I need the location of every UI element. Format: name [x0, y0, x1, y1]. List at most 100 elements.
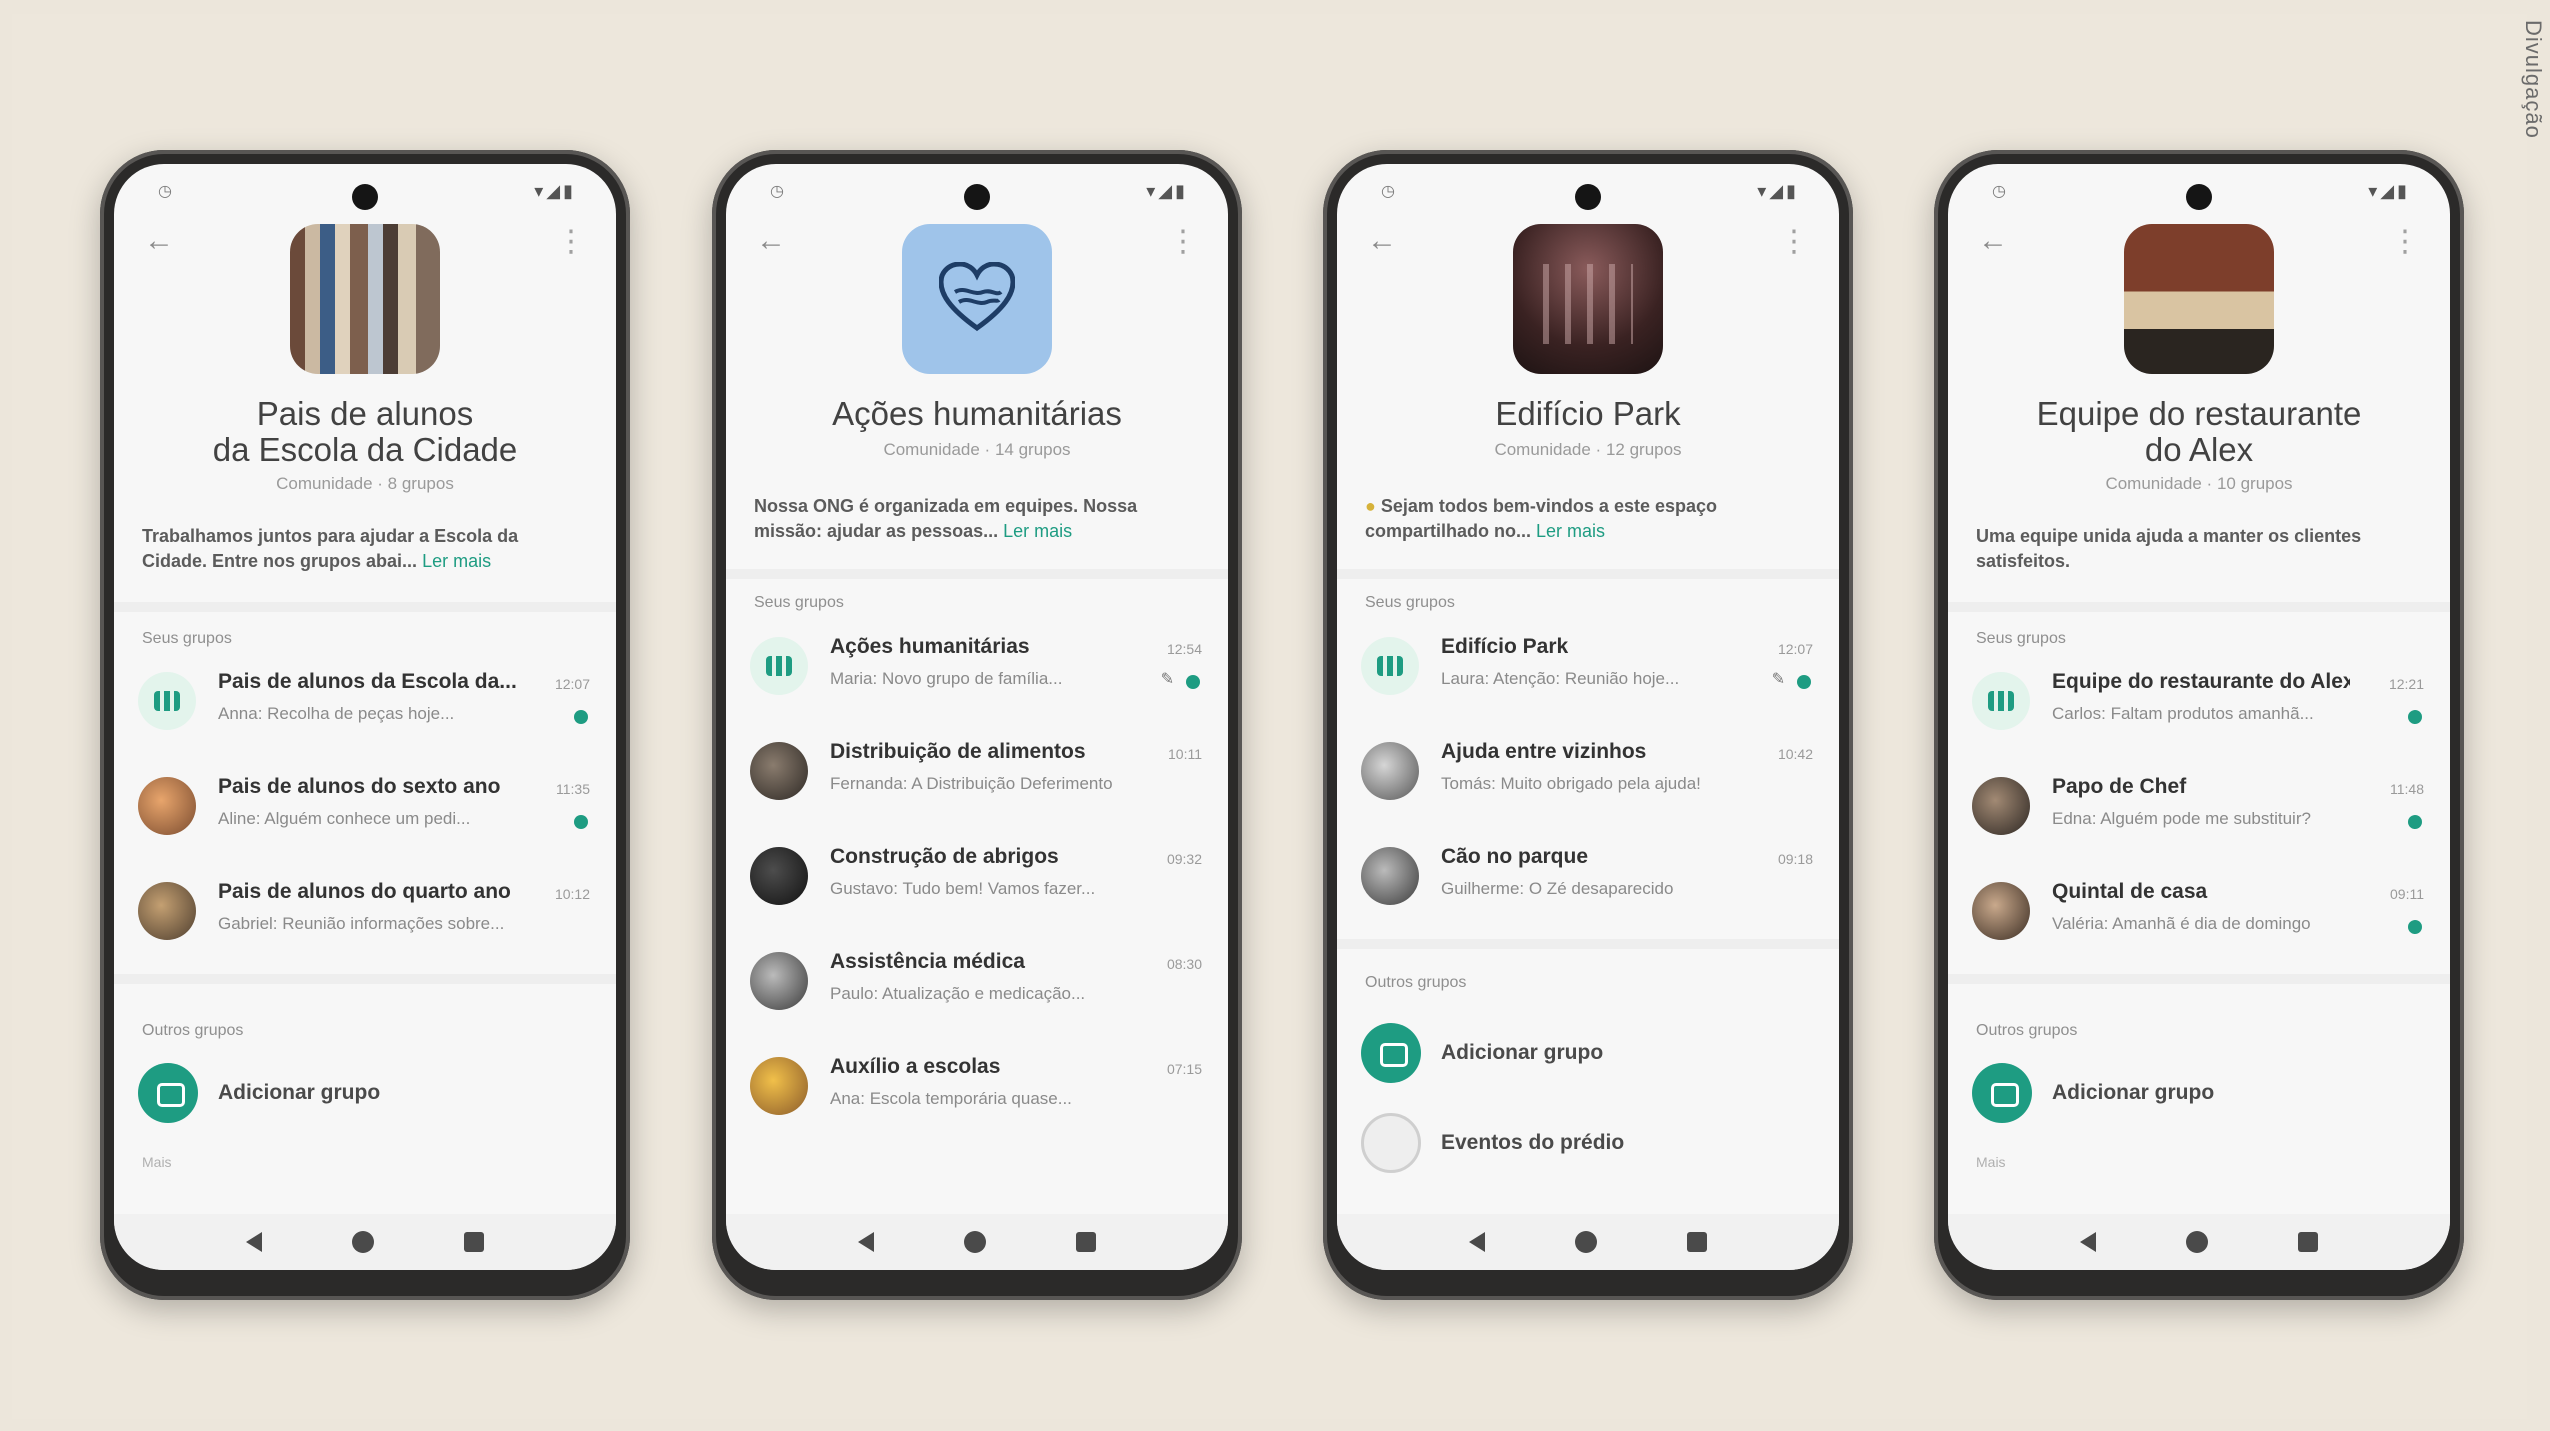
- phone-2: ◷ ▾◢▮ ← ⋮ Ações humanitárias Comunidade …: [712, 150, 1242, 1300]
- group-row[interactable]: Papo de Chef Edna: Alguém pode me substi…: [1972, 769, 2430, 849]
- phone-screen: ◷ ▾◢▮ ← ⋮ Pais de alunos da Escola da Ci…: [114, 164, 616, 1270]
- camera-icon: [964, 184, 990, 210]
- group-time: 09:32: [1166, 851, 1202, 867]
- nav-back-icon[interactable]: [2080, 1232, 2096, 1252]
- group-preview: Maria: Novo grupo de família...: [830, 669, 1063, 688]
- clock-icon: ◷: [1992, 183, 2006, 200]
- community-photo: [902, 224, 1052, 374]
- group-row[interactable]: Cão no parque Guilherme: O Zé desapareci…: [1361, 839, 1819, 919]
- add-group-label: Adicionar grupo: [2052, 1081, 2215, 1104]
- group-time: 12:07: [554, 676, 590, 692]
- group-row[interactable]: Pais de alunos do sexto ano Aline: Algué…: [138, 769, 596, 849]
- back-arrow-icon[interactable]: ←: [1367, 224, 1397, 258]
- photo-credit: Divulgação: [2521, 20, 2546, 139]
- description-text: Uma equipe unida ajuda a manter os clien…: [1976, 526, 2362, 571]
- phone-3: ◷ ▾◢▮ ← ⋮ Edifício Park Comunidade · 12 …: [1323, 150, 1853, 1300]
- group-avatar: [1361, 847, 1419, 905]
- nav-recents-icon[interactable]: [1687, 1232, 1707, 1252]
- more-options-icon[interactable]: ⋮: [2390, 224, 2420, 259]
- add-group-label: Adicionar grupo: [1441, 1041, 1604, 1064]
- community-description: Trabalhamos juntos para ajudar a Escola …: [142, 524, 588, 574]
- nav-back-icon[interactable]: [1469, 1232, 1485, 1252]
- group-name: Quintal de casa: [2052, 880, 2208, 903]
- group-time: 09:18: [1777, 851, 1813, 867]
- community-group-icon: [138, 672, 196, 730]
- group-row[interactable]: Auxílio a escolas Ana: Escola temporária…: [750, 1049, 1208, 1129]
- other-groups-label: Outros grupos: [142, 1022, 244, 1039]
- add-group-button[interactable]: Adicionar grupo: [1972, 1059, 2430, 1129]
- group-time: 11:35: [556, 781, 590, 797]
- community-subtitle: Comunidade · 10 grupos: [2105, 474, 2293, 493]
- nav-recents-icon[interactable]: [1076, 1232, 1096, 1252]
- nav-recents-icon[interactable]: [464, 1232, 484, 1252]
- other-groups-label: Outros grupos: [1976, 1022, 2078, 1039]
- back-arrow-icon[interactable]: ←: [1978, 224, 2008, 258]
- back-arrow-icon[interactable]: ←: [144, 224, 174, 258]
- group-row[interactable]: Ajuda entre vizinhos Tomás: Muito obriga…: [1361, 734, 1819, 814]
- nav-back-icon[interactable]: [858, 1232, 874, 1252]
- read-more-link[interactable]: Ler mais: [1536, 521, 1605, 541]
- group-row[interactable]: Pais de alunos da Escola da... Anna: Rec…: [138, 664, 596, 744]
- group-row[interactable]: Construção de abrigos Gustavo: Tudo bem!…: [750, 839, 1208, 919]
- phone-screen: ◷ ▾◢▮ ← ⋮ Ações humanitárias Comunidade …: [726, 164, 1228, 1270]
- group-row[interactable]: Edifício Park Laura: Atenção: Reunião ho…: [1361, 629, 1819, 709]
- add-group-icon: [1972, 1063, 2032, 1123]
- pin-icon: ✎: [1771, 671, 1785, 688]
- more-options-icon[interactable]: ⋮: [556, 224, 586, 259]
- group-time: 10:11: [1168, 746, 1202, 762]
- divider: [114, 602, 616, 612]
- read-more-link[interactable]: Ler mais: [1003, 521, 1072, 541]
- group-row[interactable]: Pais de alunos do quarto ano Gabriel: Re…: [138, 874, 596, 954]
- group-row[interactable]: Distribuição de alimentos Fernanda: A Di…: [750, 734, 1208, 814]
- group-time: 07:15: [1166, 1061, 1202, 1077]
- camera-icon: [1575, 184, 1601, 210]
- nav-home-icon[interactable]: [2186, 1231, 2208, 1253]
- nav-recents-icon[interactable]: [2298, 1232, 2318, 1252]
- community-title: Pais de alunos da Escola da Cidade: [212, 395, 518, 468]
- group-name: Papo de Chef: [2052, 775, 2187, 798]
- community-title: Equipe do restaurante do Alex: [2036, 395, 2362, 468]
- your-groups-label: Seus grupos: [1365, 594, 1455, 611]
- group-row[interactable]: Equipe do restaurante do Alex Carlos: Fa…: [1972, 664, 2430, 744]
- group-row-events[interactable]: Eventos do prédio: [1361, 1109, 1819, 1179]
- description-text: Nossa ONG é organizada em equipes. Nossa…: [754, 496, 1138, 541]
- nav-home-icon[interactable]: [352, 1231, 374, 1253]
- group-preview: Edna: Alguém pode me substituir?: [2052, 809, 2311, 828]
- group-time: 09:11: [2390, 886, 2424, 902]
- group-preview: Aline: Alguém conhece um pedi...: [218, 809, 471, 828]
- group-preview: Valéria: Amanhã é dia de domingo: [2052, 914, 2311, 933]
- group-row[interactable]: Quintal de casa Valéria: Amanhã é dia de…: [1972, 874, 2430, 954]
- nav-back-icon[interactable]: [246, 1232, 262, 1252]
- add-group-button[interactable]: Adicionar grupo: [138, 1059, 596, 1129]
- add-group-button[interactable]: Adicionar grupo: [1361, 1019, 1819, 1089]
- group-preview: Gustavo: Tudo bem! Vamos fazer...: [830, 879, 1096, 898]
- group-preview: Paulo: Atualização e medicação...: [830, 984, 1086, 1003]
- signal-battery-icon: ▾◢▮: [1146, 180, 1188, 201]
- divider: [1948, 602, 2450, 612]
- camera-icon: [352, 184, 378, 210]
- group-preview: Tomás: Muito obrigado pela ajuda!: [1441, 774, 1701, 793]
- add-group-icon: [138, 1063, 198, 1123]
- group-name: Edifício Park: [1441, 635, 1569, 658]
- unread-badge: [1797, 675, 1811, 689]
- system-nav-bar: [726, 1214, 1228, 1270]
- more-options-icon[interactable]: ⋮: [1168, 224, 1198, 259]
- clock-icon: ◷: [770, 183, 784, 200]
- group-row[interactable]: Assistência médica Paulo: Atualização e …: [750, 944, 1208, 1024]
- group-row[interactable]: Ações humanitárias Maria: Novo grupo de …: [750, 629, 1208, 709]
- nav-home-icon[interactable]: [964, 1231, 986, 1253]
- group-preview: Gabriel: Reunião informações sobre...: [218, 914, 505, 933]
- group-name: Distribuição de alimentos: [830, 740, 1086, 763]
- group-preview: Laura: Atenção: Reunião hoje...: [1441, 669, 1680, 688]
- group-name: Ajuda entre vizinhos: [1441, 740, 1647, 763]
- nav-home-icon[interactable]: [1575, 1231, 1597, 1253]
- back-arrow-icon[interactable]: ←: [756, 224, 786, 258]
- divider: [1337, 569, 1839, 579]
- divider: [1337, 939, 1839, 949]
- divider: [114, 974, 616, 984]
- read-more-link[interactable]: Ler mais: [422, 551, 491, 571]
- your-groups-label: Seus grupos: [1976, 630, 2066, 647]
- more-options-icon[interactable]: ⋮: [1779, 224, 1809, 259]
- group-avatar: [138, 777, 196, 835]
- group-time: 10:42: [1777, 746, 1813, 762]
